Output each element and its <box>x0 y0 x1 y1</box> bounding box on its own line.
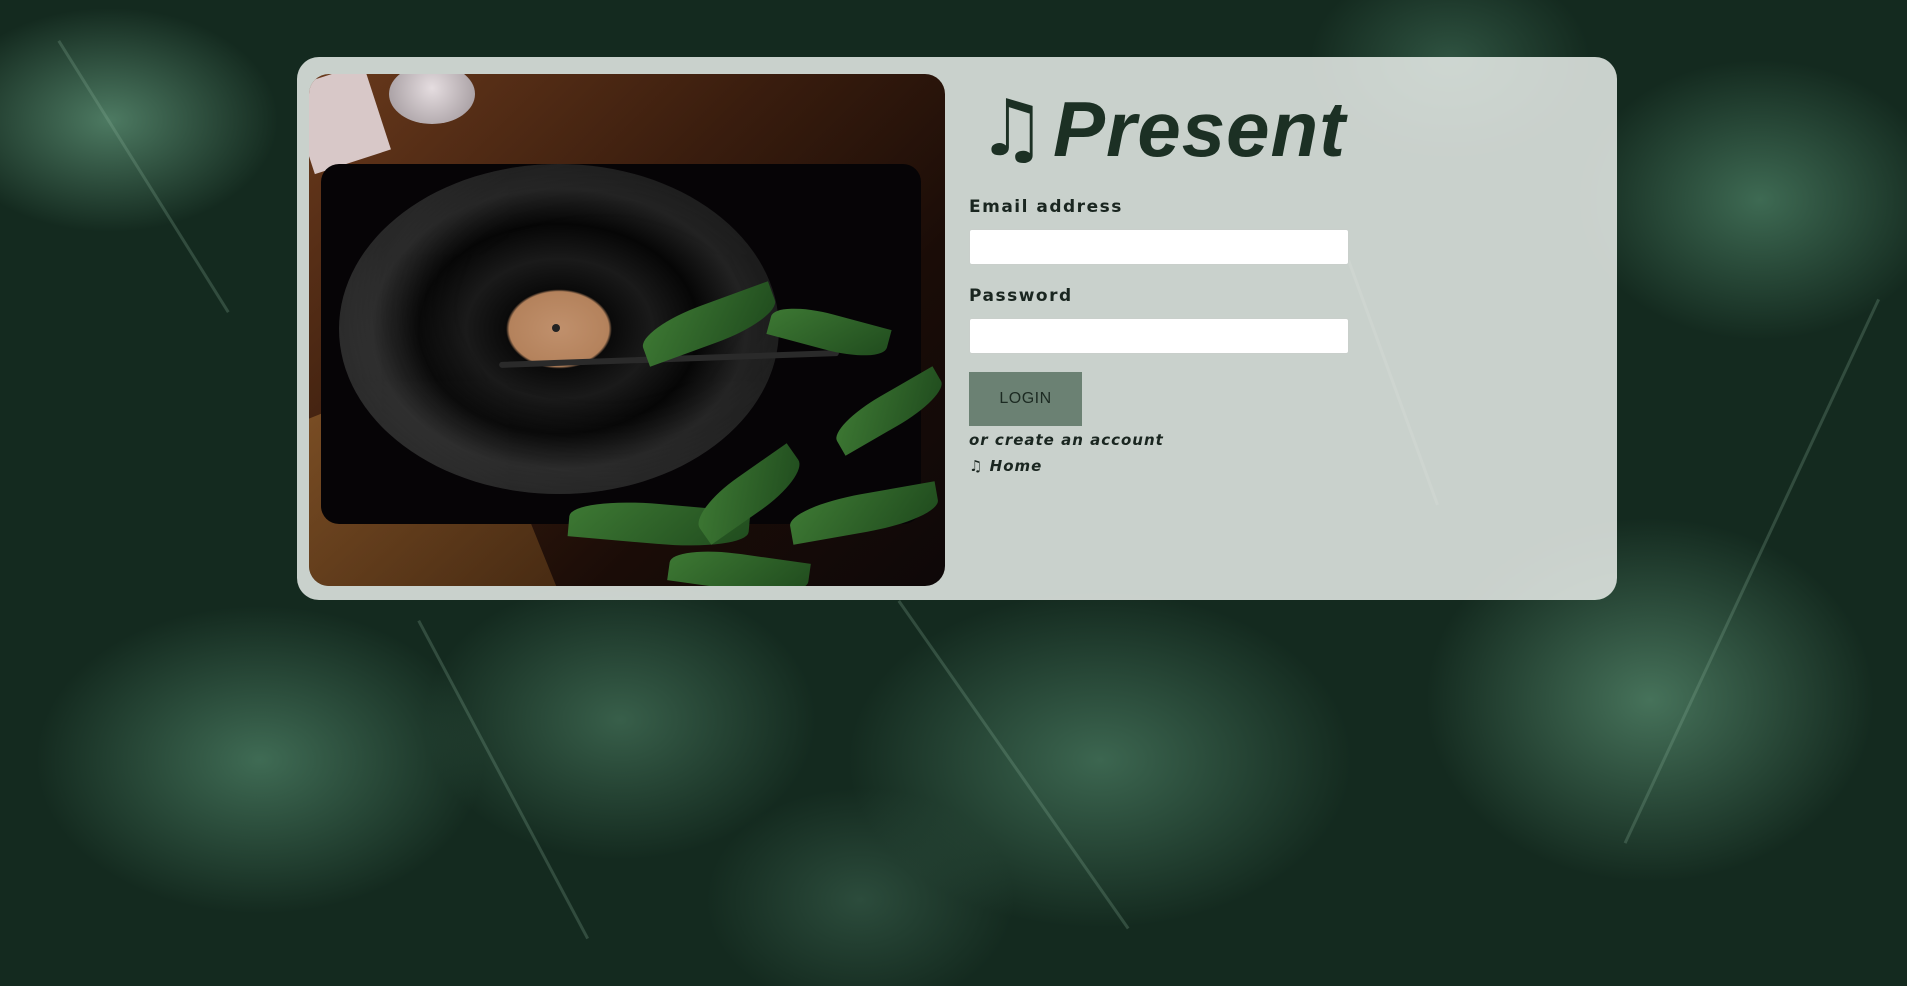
photo-plant-leaf <box>667 544 811 586</box>
login-form: ♫ Present Email address Password LOGIN o… <box>969 57 1569 600</box>
photo-paper <box>309 74 391 175</box>
turntable-photo <box>309 74 945 586</box>
password-label: Password <box>969 286 1073 306</box>
login-card: ♫ Present Email address Password LOGIN o… <box>297 57 1617 600</box>
create-account-link[interactable]: or create an account <box>969 431 1164 449</box>
background-leaf-vein <box>897 600 1130 930</box>
photo-knob <box>389 74 475 124</box>
brand-name: Present <box>1052 85 1347 173</box>
password-field[interactable] <box>969 318 1349 354</box>
email-field[interactable] <box>969 229 1349 265</box>
login-button[interactable]: LOGIN <box>969 372 1082 426</box>
background-leaf-vein <box>1623 298 1880 844</box>
background-leaf-vein <box>57 40 230 313</box>
home-link[interactable]: ♫ Home <box>969 457 1042 475</box>
music-note-icon: ♫ <box>977 84 1047 174</box>
photo-spindle <box>552 324 560 332</box>
brand-logo: ♫ Present <box>977 90 1346 168</box>
email-label: Email address <box>969 197 1123 217</box>
background-leaf-vein <box>417 620 590 940</box>
